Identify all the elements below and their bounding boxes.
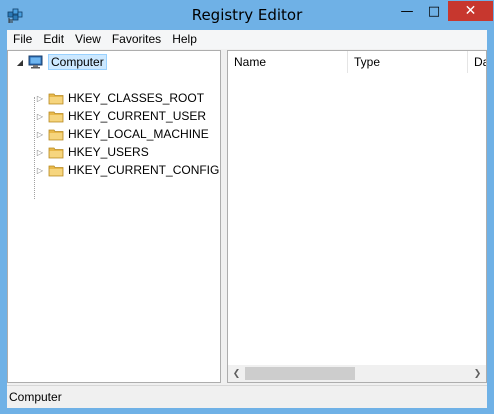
folder-icon bbox=[48, 93, 64, 105]
maximize-button[interactable]: □ bbox=[421, 1, 447, 21]
close-icon: ✕ bbox=[464, 3, 477, 19]
menu-favorites[interactable]: Favorites bbox=[107, 30, 166, 49]
title-bar[interactable]: Registry Editor — □ ✕ bbox=[0, 0, 494, 30]
registry-editor-window: Registry Editor — □ ✕ File Edit View Fav… bbox=[0, 0, 494, 414]
close-button[interactable]: ✕ bbox=[448, 1, 493, 21]
expand-arrow-icon[interactable]: ▷ bbox=[35, 147, 45, 157]
minimize-icon: — bbox=[400, 3, 414, 19]
horizontal-scrollbar[interactable]: ❮ ❯ bbox=[228, 365, 486, 382]
tree-item-hkey-current-user[interactable]: ▷ HKEY_CURRENT_USER bbox=[35, 107, 206, 125]
status-bar: Computer bbox=[7, 385, 487, 408]
tree-item-label: HKEY_CURRENT_USER bbox=[68, 109, 207, 123]
collapse-arrow-icon[interactable]: ◢ bbox=[15, 57, 25, 67]
tree-item-label: HKEY_LOCAL_MACHINE bbox=[68, 127, 209, 141]
menu-edit[interactable]: Edit bbox=[38, 30, 69, 49]
scroll-right-icon[interactable]: ❯ bbox=[469, 365, 486, 382]
expand-arrow-icon[interactable]: ▷ bbox=[35, 111, 45, 121]
folder-icon bbox=[48, 147, 64, 159]
tree-item-hkey-classes-root[interactable]: ▷ HKEY_CLASSES_ROOT bbox=[35, 89, 204, 107]
tree-item-label: HKEY_USERS bbox=[68, 145, 149, 159]
tree-item-hkey-current-config[interactable]: ▷ HKEY_CURRENT_CONFIG bbox=[35, 161, 219, 179]
menu-help[interactable]: Help bbox=[167, 30, 202, 49]
tree-item-label: HKEY_CLASSES_ROOT bbox=[68, 91, 205, 105]
column-header-type[interactable]: Type bbox=[348, 51, 468, 73]
tree-item-hkey-local-machine[interactable]: ▷ HKEY_LOCAL_MACHINE bbox=[35, 125, 209, 143]
expand-arrow-icon[interactable]: ▷ bbox=[35, 129, 45, 139]
computer-icon bbox=[28, 55, 43, 69]
scrollbar-thumb[interactable] bbox=[245, 367, 355, 380]
menu-bar: File Edit View Favorites Help bbox=[7, 30, 487, 49]
column-header-name[interactable]: Name bbox=[228, 51, 348, 73]
registry-tree[interactable]: ◢ Computer ▷ HKEY_CLASSES_ROOT ▷ HKEY_CU… bbox=[7, 50, 221, 383]
values-list[interactable]: Name Type Da ❮ ❯ bbox=[227, 50, 487, 383]
menu-file[interactable]: File bbox=[8, 30, 37, 49]
minimize-button[interactable]: — bbox=[394, 1, 420, 21]
expand-arrow-icon[interactable]: ▷ bbox=[35, 93, 45, 103]
tree-item-label: HKEY_CURRENT_CONFIG bbox=[68, 163, 220, 177]
scroll-left-icon[interactable]: ❮ bbox=[228, 365, 245, 382]
client-area: File Edit View Favorites Help ◢ Computer… bbox=[7, 30, 487, 408]
tree-item-label: Computer bbox=[48, 54, 107, 70]
tree-item-hkey-users[interactable]: ▷ HKEY_USERS bbox=[35, 143, 149, 161]
tree-item-computer[interactable]: ◢ Computer bbox=[15, 53, 107, 71]
status-text: Computer bbox=[9, 390, 62, 404]
maximize-icon: □ bbox=[427, 3, 441, 19]
menu-view[interactable]: View bbox=[70, 30, 106, 49]
folder-icon bbox=[48, 129, 64, 141]
column-header-data[interactable]: Da bbox=[468, 51, 486, 73]
folder-icon bbox=[48, 111, 64, 123]
expand-arrow-icon[interactable]: ▷ bbox=[35, 165, 45, 175]
folder-icon bbox=[48, 165, 64, 177]
